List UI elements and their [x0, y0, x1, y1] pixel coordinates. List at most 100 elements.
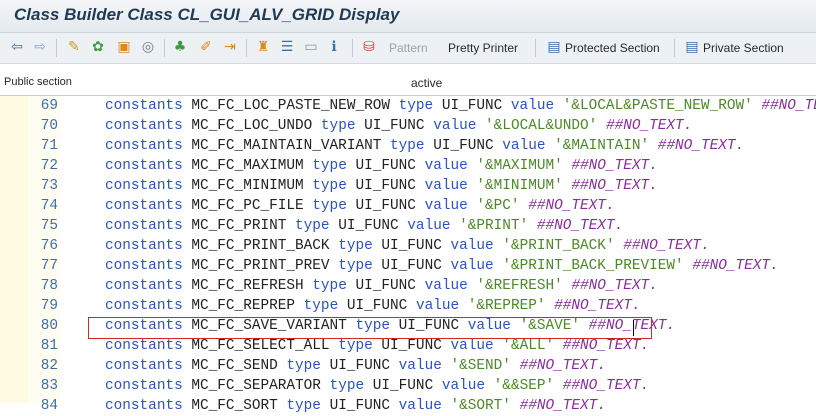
protected-section-icon: ▤ [547, 39, 561, 55]
code-line[interactable]: 75 constants MC_FC_PRINT type UI_FUNC val… [0, 216, 816, 236]
constant-name: MC_FC_PC_FILE [191, 198, 304, 214]
code-line[interactable]: 78 constants MC_FC_REFRESH type UI_FUNC v… [0, 276, 816, 296]
other-object-icon[interactable]: ✎ [66, 39, 82, 55]
check-icon[interactable]: ✿ [90, 39, 106, 55]
constant-name: MC_FC_SORT [191, 398, 278, 414]
private-section-button[interactable]: Private Section [703, 39, 784, 57]
window-icon[interactable]: ▭ [303, 39, 319, 55]
keyword-constants: constants [105, 398, 183, 414]
code-line[interactable]: 82 constants MC_FC_SEND type UI_FUNC valu… [0, 356, 816, 376]
activate-icon[interactable]: ▣ [116, 39, 132, 55]
line-number: 76 [40, 238, 58, 254]
string-literal: '&PRINT_BACK_PREVIEW' [502, 258, 684, 274]
string-literal: '&REFRESH' [476, 278, 563, 294]
section-status-bar: Public section active [0, 73, 816, 95]
code-text: constants MC_FC_SEPARATOR type UI_FUNC v… [105, 376, 649, 396]
code-text: constants MC_FC_MAINTAIN_VARIANT type UI… [105, 136, 744, 156]
pragma-comment: ##NO_TEXT. [571, 178, 658, 194]
keyword-value: value [398, 398, 442, 414]
keyword-type: type [338, 338, 373, 354]
code-line[interactable]: 84 constants MC_FC_SORT type UI_FUNC valu… [0, 396, 816, 416]
keyword-value: value [424, 278, 468, 294]
title-bar: Class Builder Class CL_GUI_ALV_GRID Disp… [0, 0, 816, 33]
edit-icon[interactable]: ✐ [198, 39, 214, 55]
code-text: constants MC_FC_MINIMUM type UI_FUNC val… [105, 176, 658, 196]
keyword-constants: constants [105, 278, 183, 294]
string-literal: '&MINIMUM' [476, 178, 563, 194]
line-number: 73 [40, 178, 58, 194]
back-icon[interactable]: ⇦ [9, 39, 25, 55]
code-line[interactable]: 69 constants MC_FC_LOC_PASTE_NEW_ROW type… [0, 96, 816, 116]
code-text: constants MC_FC_MAXIMUM type UI_FUNC val… [105, 156, 658, 176]
keyword-value: value [450, 338, 494, 354]
toolbar-separator [674, 39, 675, 57]
info-icon[interactable]: ℹ [326, 39, 342, 55]
code-text: constants MC_FC_LOC_UNDO type UI_FUNC va… [105, 116, 692, 136]
code-line[interactable]: 77 constants MC_FC_PRINT_PREV type UI_FUN… [0, 256, 816, 276]
keyword-type: type [286, 398, 321, 414]
code-line[interactable]: 74 constants MC_FC_PC_FILE type UI_FUNC v… [0, 196, 816, 216]
keyword-type: type [286, 358, 321, 374]
hierarchy-icon[interactable]: ♣ [172, 39, 188, 55]
code-text: constants MC_FC_SEND type UI_FUNC value … [105, 356, 606, 376]
string-literal: '&MAXIMUM' [476, 158, 563, 174]
keyword-constants: constants [105, 298, 183, 314]
pretty-printer-button[interactable]: Pretty Printer [448, 39, 518, 57]
keyword-constants: constants [105, 358, 183, 374]
display-list-icon[interactable]: ☰ [279, 39, 295, 55]
where-used-icon[interactable]: ⇥ [222, 39, 238, 55]
pattern-icon: ⛁ [363, 39, 375, 55]
pragma-comment: ##NO_TEXT. [761, 98, 816, 114]
code-text: constants MC_FC_SELECT_ALL type UI_FUNC … [105, 336, 649, 356]
code-line[interactable]: 76 constants MC_FC_PRINT_BACK type UI_FUN… [0, 236, 816, 256]
constant-name: MC_FC_LOC_PASTE_NEW_ROW [191, 98, 390, 114]
code-line[interactable]: 72 constants MC_FC_MAXIMUM type UI_FUNC v… [0, 156, 816, 176]
keyword-constants: constants [105, 378, 183, 394]
pragma-comment: ##NO_TEXT. [554, 298, 641, 314]
constant-name: MC_FC_PRINT_BACK [191, 238, 330, 254]
string-literal: '&SEND' [450, 358, 511, 374]
type-name: UI_FUNC [329, 358, 391, 374]
type-name: UI_FUNC [441, 98, 503, 114]
string-literal: '&SORT' [450, 398, 511, 414]
string-literal: '&PC' [476, 198, 520, 214]
hierarchy-tree-icon[interactable]: ♜ [255, 39, 271, 55]
code-text: constants MC_FC_REPREP type UI_FUNC valu… [105, 296, 641, 316]
line-number: 82 [40, 358, 58, 374]
toolbar-separator [535, 39, 536, 57]
forward-icon[interactable]: ⇨ [32, 39, 48, 55]
code-line[interactable]: 71 constants MC_FC_MAINTAIN_VARIANT type … [0, 136, 816, 156]
type-name: UI_FUNC [381, 338, 442, 354]
pragma-comment: ##NO_TEXT. [571, 158, 658, 174]
constant-name: MC_FC_MAXIMUM [191, 158, 304, 174]
code-line[interactable]: 79 constants MC_FC_REPREP type UI_FUNC va… [0, 296, 816, 316]
protected-section-button[interactable]: Protected Section [565, 39, 660, 57]
code-line[interactable]: 81 constants MC_FC_SELECT_ALL type UI_FUN… [0, 336, 816, 356]
test-icon[interactable]: ◎ [140, 39, 156, 55]
keyword-value: value [433, 118, 477, 134]
keyword-constants: constants [105, 218, 183, 234]
code-line[interactable]: 73 constants MC_FC_MINIMUM type UI_FUNC v… [0, 176, 816, 196]
code-text: constants MC_FC_PRINT type UI_FUNC value… [105, 216, 623, 236]
code-text: constants MC_FC_PRINT_BACK type UI_FUNC … [105, 236, 710, 256]
code-line[interactable]: 83 constants MC_FC_SEPARATOR type UI_FUNC… [0, 376, 816, 396]
code-editor[interactable]: 69 constants MC_FC_LOC_PASTE_NEW_ROW type… [0, 95, 816, 414]
pattern-button[interactable]: Pattern [389, 39, 428, 57]
keyword-type: type [312, 278, 347, 294]
code-line[interactable]: 70 constants MC_FC_LOC_UNDO type UI_FUNC … [0, 116, 816, 136]
keyword-type: type [303, 298, 339, 314]
keyword-type: type [338, 258, 373, 274]
application-toolbar: ⇦ ⇨ ✎ ✿ ▣ ◎ ♣ ✐ ⇥ ♜ ☰ ▭ ℹ ⛁ Pattern Pret… [0, 33, 816, 64]
keyword-constants: constants [105, 238, 183, 254]
keyword-type: type [338, 238, 373, 254]
keyword-type: type [312, 158, 347, 174]
keyword-type: type [390, 138, 425, 154]
pragma-comment: ##NO_TEXT. [528, 198, 615, 214]
line-number: 84 [40, 398, 58, 414]
section-name: Public section [4, 76, 72, 88]
pragma-comment: ##NO_TEXT. [562, 378, 650, 394]
line-number: 72 [40, 158, 58, 174]
constant-name: MC_FC_SEPARATOR [191, 378, 321, 394]
keyword-value: value [502, 138, 546, 154]
toolbar-separator [56, 39, 57, 57]
